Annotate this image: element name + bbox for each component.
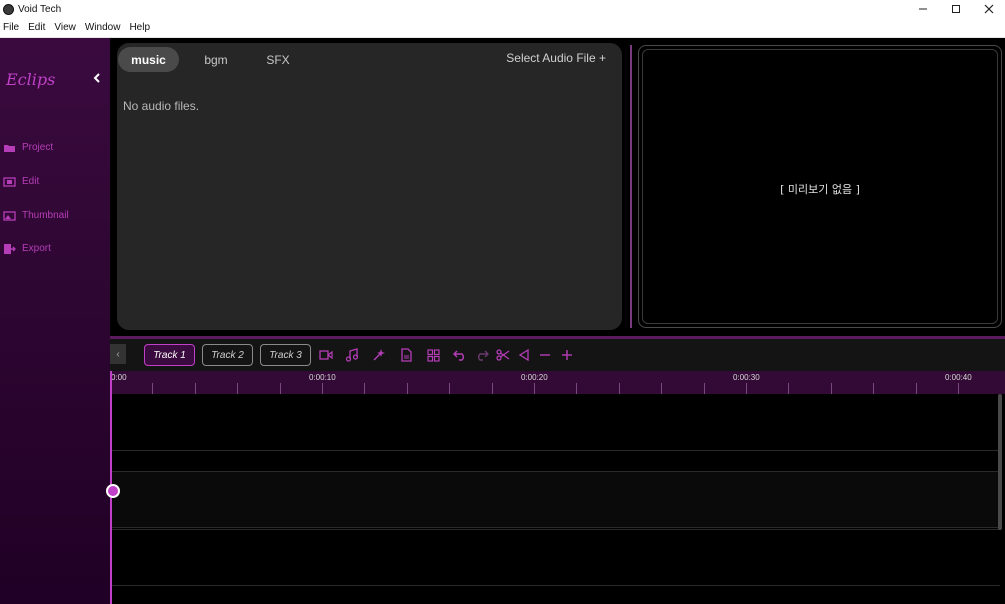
ruler-tick — [195, 383, 196, 394]
preview-empty-message: [ 미리보기 없음 ] — [780, 183, 860, 196]
track-3-button[interactable]: Track 3 — [260, 344, 311, 366]
audio-library-panel: music bgm SFX Select Audio File + No aud… — [117, 43, 622, 330]
ruler-tick — [661, 383, 662, 394]
window-title: Void Tech — [18, 3, 62, 15]
timeline-toolbar: ‹ Track 1 Track 2 Track 3 — [110, 339, 1005, 371]
sidebar-item-label: Thumbnail — [22, 210, 69, 221]
ruler-tick — [449, 383, 450, 394]
menu-help[interactable]: Help — [126, 22, 154, 33]
ruler-tick — [873, 383, 874, 394]
video-icon[interactable] — [317, 346, 335, 364]
ruler-tick — [958, 383, 959, 394]
scissors-icon[interactable] — [494, 346, 512, 364]
track-2-button[interactable]: Track 2 — [202, 344, 253, 366]
timeline-ruler[interactable]: 0:00 0:00:10 0:00:20 0:00:30 0:00:40 — [110, 371, 1005, 394]
ruler-label: 0:00:10 — [309, 373, 336, 382]
sidebar-item-label: Edit — [22, 176, 40, 187]
menu-bar: File Edit View Window Help — [0, 18, 1005, 38]
ruler-tick — [322, 383, 323, 394]
close-button[interactable] — [972, 0, 1005, 18]
film-icon — [3, 176, 16, 187]
split-left-icon[interactable] — [515, 346, 533, 364]
sidebar-item-export[interactable]: Export — [3, 243, 51, 254]
track-lane[interactable] — [110, 529, 1000, 586]
timeline-scrollbar[interactable] — [998, 394, 1002, 530]
maximize-button[interactable] — [939, 0, 972, 18]
chevron-left-icon[interactable]: ‹ — [110, 344, 126, 364]
sidebar-item-edit[interactable]: Edit — [3, 176, 39, 187]
export-icon — [3, 243, 16, 254]
folder-icon — [3, 143, 16, 153]
window-controls — [906, 0, 1005, 18]
tab-music[interactable]: music — [118, 47, 179, 72]
track-1-button[interactable]: Track 1 — [144, 344, 195, 366]
undo-icon[interactable] — [451, 346, 469, 364]
ruler-tick — [788, 383, 789, 394]
ruler-label: 0:00 — [111, 373, 127, 382]
menu-window[interactable]: Window — [82, 22, 125, 33]
ruler-label: 0:00:40 — [945, 373, 972, 382]
ruler-tick — [534, 383, 535, 394]
minimize-button[interactable] — [906, 0, 939, 18]
ruler-tick — [619, 383, 620, 394]
redo-icon[interactable] — [473, 346, 491, 364]
ruler-label: 0:00:20 — [521, 373, 548, 382]
ruler-tick — [407, 383, 408, 394]
sidebar-item-thumbnail[interactable]: Thumbnail — [3, 210, 69, 221]
select-audio-file-button[interactable]: Select Audio File + — [506, 51, 606, 65]
ruler-tick — [746, 383, 747, 394]
ruler-tick — [831, 383, 832, 394]
menu-file[interactable]: File — [0, 22, 23, 33]
menu-view[interactable]: View — [51, 22, 80, 33]
ruler-tick — [916, 383, 917, 394]
empty-audio-message: No audio files. — [123, 99, 200, 113]
app-window: Void Tech File Edit View Window Help Ecl… — [0, 0, 1005, 604]
grid-icon[interactable] — [424, 346, 442, 364]
document-icon[interactable] — [397, 346, 415, 364]
music-note-icon[interactable] — [343, 346, 361, 364]
ruler-tick — [364, 383, 365, 394]
video-preview: [ 미리보기 없음 ] — [638, 45, 1002, 328]
image-icon — [3, 210, 16, 221]
brand-logo: Eclips — [6, 70, 56, 89]
tab-bgm[interactable]: bgm — [191, 47, 241, 72]
ruler-tick — [704, 383, 705, 394]
sidebar-item-project[interactable]: Project — [3, 142, 53, 153]
ruler-tick — [576, 383, 577, 394]
sidebar-item-label: Export — [22, 243, 51, 254]
chevron-left-icon[interactable] — [92, 72, 102, 87]
track-lane[interactable] — [110, 394, 1000, 451]
ruler-tick — [280, 383, 281, 394]
title-bar: Void Tech — [0, 0, 1005, 18]
track-lane[interactable] — [110, 471, 1000, 528]
playhead-handle[interactable] — [106, 484, 120, 498]
sidebar: Eclips Project Edit Thumbnail Export — [0, 38, 110, 604]
ruler-tick — [492, 383, 493, 394]
menu-edit[interactable]: Edit — [25, 22, 49, 33]
sidebar-item-label: Project — [22, 142, 54, 153]
zoom-in-icon[interactable] — [558, 346, 576, 364]
ruler-tick — [237, 383, 238, 394]
app-icon — [3, 3, 14, 15]
ruler-tick — [152, 383, 153, 394]
zoom-out-icon[interactable] — [536, 346, 554, 364]
magic-icon[interactable] — [370, 346, 388, 364]
ruler-label: 0:00:30 — [733, 373, 760, 382]
panel-resize-handle[interactable] — [630, 45, 632, 328]
tab-sfx[interactable]: SFX — [253, 47, 303, 72]
timeline-tracks — [110, 394, 1000, 604]
